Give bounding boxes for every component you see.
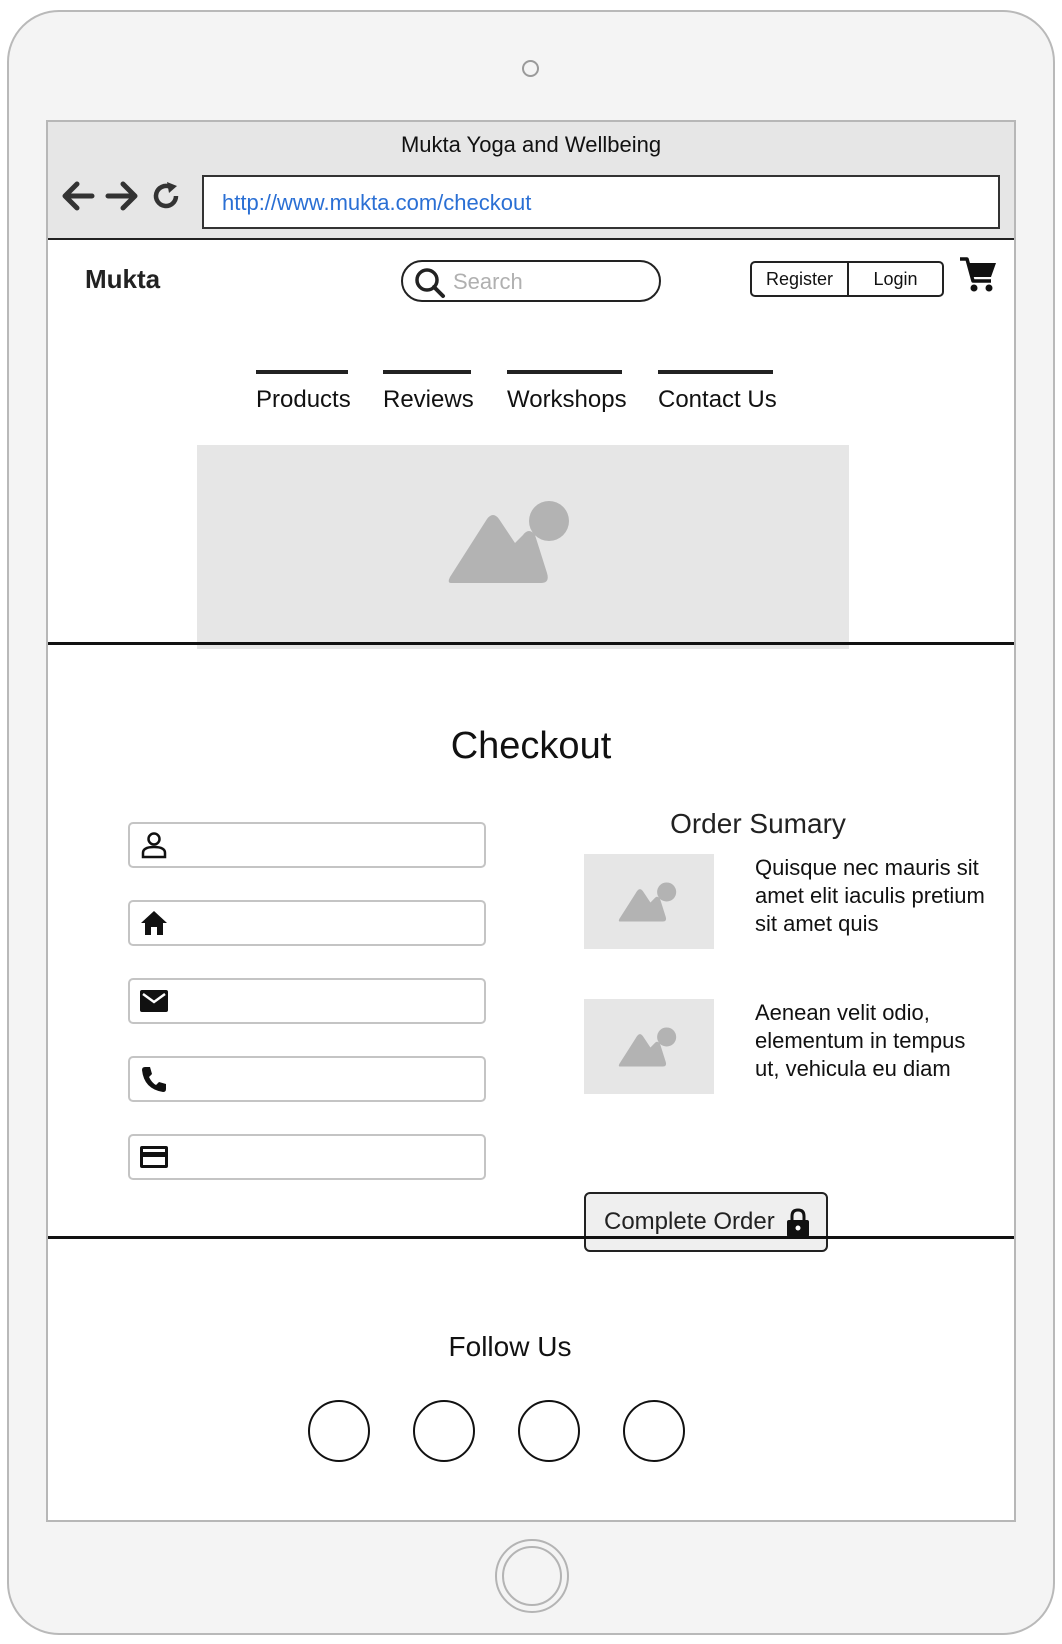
shopping-cart-icon[interactable] (958, 255, 998, 295)
browser-toolbar: Mukta Yoga and Wellbeing http://www.mukt… (48, 122, 1014, 240)
mail-icon (140, 990, 168, 1012)
section-divider (48, 1236, 1014, 1239)
nav-item-contact-us[interactable]: Contact Us (658, 370, 777, 413)
nav-item-products[interactable]: Products (256, 370, 351, 413)
home-icon (141, 911, 167, 935)
credit-card-icon (140, 1146, 168, 1168)
email-field[interactable] (128, 978, 486, 1024)
name-field[interactable] (128, 822, 486, 868)
back-arrow-icon[interactable] (60, 178, 96, 214)
forward-arrow-icon[interactable] (104, 178, 140, 214)
address-field[interactable] (128, 900, 486, 946)
phone-field[interactable] (128, 1056, 486, 1102)
url-bar[interactable]: http://www.mukta.com/checkout (202, 175, 1000, 229)
section-divider (48, 642, 1014, 645)
login-button[interactable]: Login (849, 263, 942, 295)
order-item-description: Aenean velit odio, elementum in tempus u… (755, 1000, 966, 1081)
order-summary-title: Order Sumary (670, 808, 846, 839)
nav-item-workshops[interactable]: Workshops (507, 370, 627, 413)
home-button-ring (502, 1546, 562, 1606)
lock-icon (787, 1208, 809, 1237)
order-item-description: Quisque nec mauris sit amet elit iaculis… (755, 855, 985, 936)
complete-order-button[interactable]: Complete Order (584, 1192, 828, 1252)
order-item-thumbnail (584, 854, 714, 949)
search-icon (415, 268, 445, 298)
card-field[interactable] (128, 1134, 486, 1180)
checkout-title: Checkout (450, 725, 612, 767)
social-link[interactable] (413, 1400, 475, 1462)
url-text: http://www.mukta.com/checkout (222, 190, 532, 215)
image-placeholder-icon (448, 501, 569, 583)
social-link[interactable] (518, 1400, 580, 1462)
phone-icon (142, 1067, 166, 1092)
window-title: Mukta Yoga and Wellbeing (400, 132, 662, 157)
social-link[interactable] (308, 1400, 370, 1462)
search-input[interactable]: Search (401, 260, 661, 302)
follow-us-title: Follow Us (448, 1331, 572, 1362)
camera-icon (522, 60, 539, 77)
reload-icon[interactable] (148, 178, 184, 214)
complete-order-label: Complete Order (604, 1208, 775, 1235)
image-placeholder-icon (618, 882, 677, 922)
order-item-thumbnail (584, 999, 714, 1094)
search-placeholder: Search (453, 269, 523, 294)
register-button[interactable]: Register (752, 263, 849, 295)
screen: Mukta Yoga and Wellbeing http://www.mukt… (46, 120, 1016, 1522)
image-placeholder-icon (618, 1027, 677, 1067)
auth-button-group: Register Login (750, 261, 944, 297)
hero-image (197, 445, 849, 649)
person-icon (141, 832, 167, 859)
brand-logo[interactable]: Mukta (85, 264, 160, 295)
social-link[interactable] (623, 1400, 685, 1462)
nav-item-reviews[interactable]: Reviews (383, 370, 474, 413)
